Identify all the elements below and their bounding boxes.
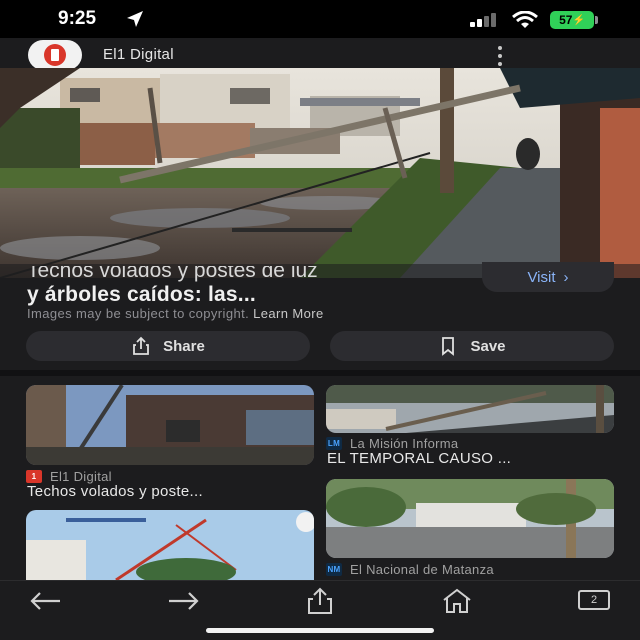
copyright-text: Images may be subject to copyright. <box>27 306 250 321</box>
battery-indicator: 57 ⚡ <box>550 11 594 29</box>
location-arrow-icon <box>127 11 143 27</box>
el1-logo[interactable] <box>28 40 82 70</box>
status-time: 9:25 <box>58 8 97 29</box>
signal-icon <box>470 13 496 27</box>
section-divider <box>0 370 640 376</box>
save-label: Save <box>470 337 506 355</box>
arrow-left-icon <box>30 592 60 610</box>
related-image-2[interactable] <box>326 385 614 433</box>
hero-image[interactable] <box>0 68 640 278</box>
copyright-notice: Images may be subject to copyright. Lear… <box>27 306 324 321</box>
related-title-1[interactable]: Techos volados y poste... <box>27 483 203 500</box>
related-source-name-2: La Misión Informa <box>350 436 459 451</box>
back-button[interactable] <box>26 587 66 615</box>
share-icon <box>133 336 150 355</box>
related-image-3[interactable] <box>26 510 314 580</box>
related-title-2[interactable]: EL TEMPORAL CAUSO ... <box>327 450 511 467</box>
bookmark-icon <box>442 337 455 356</box>
visit-label: Visit <box>527 269 556 286</box>
site-name[interactable]: El1 Digital <box>103 46 174 63</box>
result-title-partial: Techos volados y postes de luz <box>27 266 318 282</box>
related-image-1[interactable] <box>26 385 314 465</box>
arrow-right-icon <box>169 592 199 610</box>
chevron-right-icon: › <box>563 269 569 286</box>
share-button[interactable]: Share <box>26 331 310 361</box>
viewer-header: El1 Digital <box>0 38 640 72</box>
toolbar-share-button[interactable] <box>300 587 340 615</box>
related-image-4[interactable] <box>326 479 614 558</box>
nm-favicon-icon: NM <box>326 563 342 576</box>
tab-count: 2 <box>590 594 598 606</box>
forward-button[interactable] <box>163 587 203 615</box>
related-source-name-1: El1 Digital <box>50 469 112 484</box>
home-button[interactable] <box>437 587 477 615</box>
wifi-icon <box>512 11 538 28</box>
related-source-name-4: El Nacional de Matanza <box>350 562 494 577</box>
share-label: Share <box>163 337 205 355</box>
related-source-4: NM El Nacional de Matanza <box>326 562 494 577</box>
share-icon <box>308 587 332 614</box>
save-button[interactable]: Save <box>330 331 614 361</box>
more-vertical-icon[interactable] <box>494 46 506 66</box>
visit-button[interactable]: Visit › <box>482 262 614 292</box>
home-indicator <box>206 628 434 633</box>
battery-level: 57 <box>559 13 573 27</box>
tabs-icon[interactable]: 2 <box>578 590 610 610</box>
result-title[interactable]: y árboles caídos: las... <box>27 283 256 307</box>
related-source-1: 1 El1 Digital <box>26 469 112 484</box>
status-bar: 9:25 57 ⚡ <box>0 0 640 38</box>
battery-nub <box>595 16 598 24</box>
el1-favicon-icon: 1 <box>26 470 42 483</box>
learn-more-link[interactable]: Learn More <box>253 306 323 321</box>
home-icon <box>443 588 471 613</box>
related-source-2: LM La Misión Informa <box>326 436 458 451</box>
lm-favicon-icon: LM <box>326 437 342 450</box>
